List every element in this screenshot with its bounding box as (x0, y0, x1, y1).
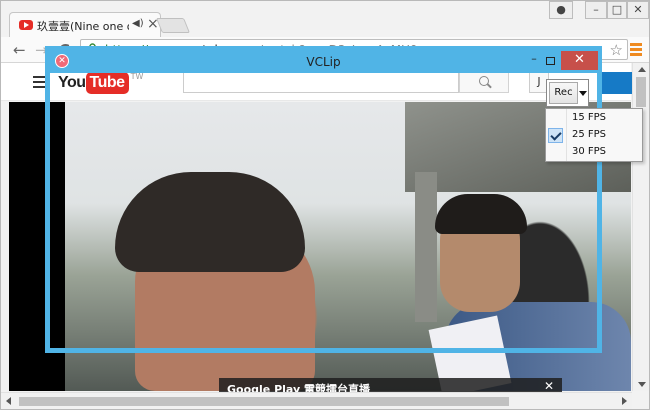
record-button[interactable]: Rec (549, 82, 578, 104)
chrome-menu-icon[interactable] (630, 43, 642, 56)
scroll-left-icon[interactable] (6, 397, 11, 405)
fps-dropdown-arrow-icon[interactable] (579, 82, 587, 104)
scroll-right-icon[interactable] (622, 397, 627, 405)
back-icon[interactable]: ← (13, 41, 26, 59)
speaker-icon[interactable]: ◀) (132, 18, 144, 29)
hamburger-menu-icon[interactable] (33, 76, 45, 91)
fps-option-25[interactable]: 25 FPS (546, 127, 642, 144)
vclip-capture-frame[interactable]: ✕ VCLip – ✕ (45, 46, 602, 353)
vclip-minimize-button[interactable]: – (527, 52, 541, 65)
bookmark-star-icon[interactable]: ☆ (610, 41, 623, 59)
youtube-signin-button[interactable] (597, 72, 633, 94)
profile-button[interactable]: ● (549, 1, 573, 19)
record-control: Rec (546, 79, 589, 107)
vclip-maximize-button[interactable] (546, 57, 555, 65)
window-maximize-button[interactable]: □ (607, 1, 627, 19)
ad-close-icon[interactable]: ✕ (544, 379, 554, 393)
horizontal-scrollbar[interactable] (1, 392, 632, 409)
scroll-down-icon[interactable] (638, 382, 646, 387)
window-minimize-button[interactable]: – (585, 1, 607, 19)
browser-titlebar: 玖壹壹(Nine one one) ◀) × ● – □ ✕ (1, 1, 649, 38)
fps-option-30[interactable]: 30 FPS (546, 144, 642, 161)
vclip-title: VCLip (306, 55, 341, 69)
vclip-close-button[interactable]: ✕ (561, 51, 598, 70)
scroll-up-icon[interactable] (638, 67, 646, 72)
checkmark-icon (548, 128, 563, 143)
horizontal-scroll-thumb[interactable] (19, 397, 509, 406)
new-tab-button[interactable] (155, 18, 191, 33)
window-close-button[interactable]: ✕ (627, 1, 649, 19)
youtube-favicon-icon (19, 20, 33, 30)
tab-title: 玖壹壹(Nine one one) (37, 20, 129, 33)
browser-tab[interactable]: 玖壹壹(Nine one one) ◀) × (9, 12, 161, 38)
vclip-titlebar[interactable]: ✕ VCLip – ✕ (50, 51, 598, 73)
vertical-scroll-thumb[interactable] (636, 77, 646, 107)
fps-menu: 15 FPS 25 FPS 30 FPS (545, 108, 643, 162)
fps-option-15[interactable]: 15 FPS (546, 110, 642, 127)
screen: 玖壹壹(Nine one one) ◀) × ● – □ ✕ ← → C htt… (0, 0, 650, 410)
